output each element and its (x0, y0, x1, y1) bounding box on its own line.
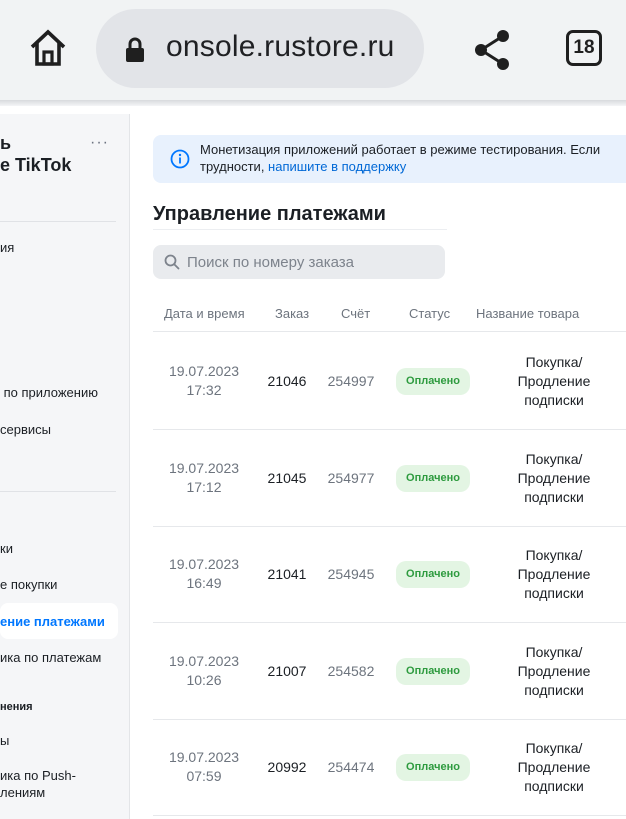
status-cell: Оплачено (391, 719, 475, 815)
order-cell: 21045 (267, 469, 307, 486)
date-value: 19.07.2023 (168, 363, 240, 379)
order-cell: 21046 (267, 372, 307, 389)
bill-cell: 254945 (327, 565, 375, 582)
url-text: onsole.rustore.ru (166, 30, 395, 63)
column-header-bill[interactable]: Счёт (341, 306, 370, 321)
banner-text: Монетизация приложений работает в режиме… (200, 141, 600, 175)
address-bar[interactable]: onsole.rustore.ru (96, 9, 424, 88)
support-link[interactable]: напишите в поддержку (268, 159, 406, 174)
share-icon[interactable] (473, 28, 513, 72)
order-cell: 21041 (267, 565, 307, 582)
status-cell: Оплачено (391, 526, 475, 622)
date-cell: 19.07.2023 07:59 (161, 719, 247, 815)
date-cell: 19.07.2023 17:32 (161, 333, 247, 429)
column-header-date[interactable]: Дата и время (164, 306, 245, 321)
banner-line-2: трудности, напишите в поддержку (200, 158, 600, 175)
banner-line-2-prefix: трудности, (200, 159, 269, 174)
status-badge: Оплачено (396, 560, 470, 588)
date-cell: 19.07.2023 10:26 (161, 623, 247, 719)
page-title: Управление платежами (153, 203, 386, 225)
order-cell: 21007 (267, 662, 307, 679)
date-value: 19.07.2023 (168, 749, 240, 765)
status-badge: Оплачено (396, 367, 470, 395)
sidebar-item[interactable]: ика по платежам (0, 649, 101, 666)
column-header-product[interactable]: Название товара (476, 306, 579, 321)
status-cell: Оплачено (391, 333, 475, 429)
bill-cell: 254582 (327, 662, 375, 679)
search-input[interactable] (187, 245, 437, 279)
date-value: 19.07.2023 (168, 556, 240, 572)
app-title: ь e TikTok (0, 133, 72, 175)
date-cell: 19.07.2023 16:49 (161, 526, 247, 622)
time-value: 17:12 (186, 479, 222, 495)
sidebar-divider (0, 491, 116, 492)
info-icon (170, 149, 190, 169)
product-cell: Покупка/ Продление подписки (517, 643, 591, 698)
more-options-icon[interactable]: ··· (90, 134, 109, 152)
status-cell: Оплачено (391, 430, 475, 526)
home-icon[interactable] (26, 26, 70, 70)
status-badge: Оплачено (396, 464, 470, 492)
sidebar-item[interactable]: ы (0, 732, 9, 749)
column-header-status[interactable]: Статус (409, 306, 450, 321)
bill-cell: 254474 (327, 758, 375, 775)
table-header: Дата и время Заказ Счёт Статус Название … (153, 306, 626, 332)
status-cell: Оплачено (391, 623, 475, 719)
column-header-order[interactable]: Заказ (275, 306, 309, 321)
search-icon (164, 254, 180, 270)
tab-switcher-button[interactable]: 18 (566, 30, 602, 66)
sidebar: ь e TikTok ··· ия по приложению сервисы … (0, 114, 130, 819)
sidebar-item[interactable]: ки (0, 540, 13, 557)
sidebar-item[interactable]: по приложению (0, 384, 98, 401)
sidebar-item[interactable]: сервисы (0, 421, 51, 438)
bill-cell: 254997 (327, 372, 375, 389)
table-row[interactable]: 19.07.2023 10:26 21007 254582 Оплачено По… (153, 623, 626, 720)
time-value: 07:59 (186, 768, 222, 784)
toolbar-shadow (0, 100, 626, 106)
product-cell: Покупка/ Продление подписки (517, 546, 591, 601)
date-value: 19.07.2023 (168, 460, 240, 476)
table-row[interactable]: 19.07.2023 07:59 20992 254474 Оплачено По… (153, 719, 626, 816)
title-divider (153, 229, 447, 230)
status-badge: Оплачено (396, 657, 470, 685)
sidebar-section-label: нения (0, 701, 33, 713)
date-value: 19.07.2023 (168, 653, 240, 669)
sidebar-item[interactable]: ия (0, 239, 14, 256)
order-cell: 20992 (267, 758, 307, 775)
product-cell: Покупка/ Продление подписки (517, 739, 591, 794)
table-row[interactable]: 19.07.2023 17:32 21046 254997 Оплачено По… (153, 333, 626, 430)
sidebar-item-payments-active[interactable]: ение платежами (0, 603, 118, 639)
product-cell: Покупка/ Продление подписки (517, 450, 591, 505)
time-value: 16:49 (186, 575, 222, 591)
date-cell: 19.07.2023 17:12 (161, 430, 247, 526)
sidebar-item[interactable]: ика по Push- лениям (0, 767, 76, 801)
bill-cell: 254977 (327, 469, 375, 486)
product-cell: Покупка/ Продление подписки (517, 353, 591, 408)
info-banner: Монетизация приложений работает в режиме… (153, 135, 626, 183)
table-row[interactable]: 19.07.2023 17:12 21045 254977 Оплачено По… (153, 430, 626, 527)
browser-toolbar: onsole.rustore.ru 18 (0, 0, 626, 100)
search-box[interactable] (153, 245, 445, 279)
time-value: 17:32 (186, 382, 222, 398)
status-badge: Оплачено (396, 753, 470, 781)
sidebar-divider (0, 221, 116, 222)
banner-line-1: Монетизация приложений работает в режиме… (200, 142, 601, 157)
sidebar-item[interactable]: е покупки (0, 576, 57, 593)
time-value: 10:26 (186, 672, 222, 688)
lock-icon (126, 37, 144, 62)
table-row[interactable]: 19.07.2023 16:49 21041 254945 Оплачено По… (153, 526, 626, 623)
